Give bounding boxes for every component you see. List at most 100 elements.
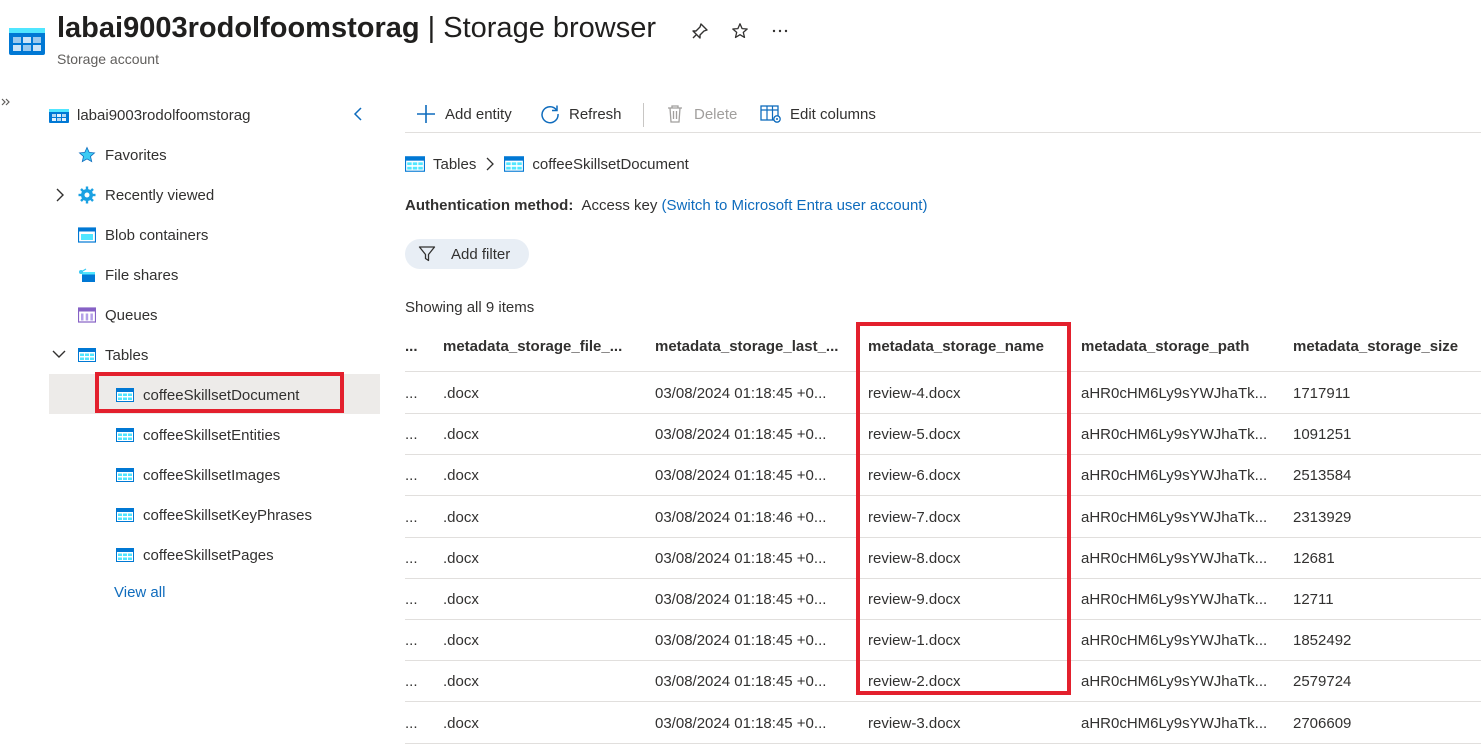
refresh-icon [539,103,561,125]
table-icon [77,346,97,364]
cell-last-modified: 03/08/2024 01:18:45 +0... [655,673,827,691]
column-header-last-modified[interactable]: metadata_storage_last_... [655,325,855,368]
title-separator: | [419,12,444,44]
add-filter-label: Add filter [451,245,511,263]
tree-item-label: File shares [105,266,179,284]
expand-recently-viewed-button[interactable] [53,188,67,202]
tree-item-label: Recently viewed [105,186,215,204]
table-item-label: coffeeSkillsetEntities [143,426,281,444]
cell-storage-size: 2513584 [1293,467,1352,485]
cell-last-modified: 03/08/2024 01:18:45 +0... [655,385,827,402]
command-bar: Add entity Refresh Delete Edit columns [405,96,1481,133]
table-item-label: coffeeSkillsetPages [143,546,274,564]
table-item-coffeeskillsetkeyphrases[interactable]: coffeeSkillsetKeyPhrases [115,495,312,535]
cell-storage-size: 12681 [1293,549,1335,567]
cell-collapsed: ... [405,673,418,691]
expand-menu-button[interactable] [0,96,12,110]
tree-item-blob-containers[interactable]: Blob containers [77,215,208,255]
table-item-coffeeskillsetentities[interactable]: coffeeSkillsetEntities [115,415,280,455]
star-icon [77,146,97,164]
cell-file-extension: .docx [443,632,479,650]
table-item-label: coffeeSkillsetKeyPhrases [143,506,312,524]
ellipsis-icon [772,29,788,33]
highlight-annotation-box [95,372,344,413]
tree-item-label: Favorites [105,146,167,164]
cell-file-extension: .docx [443,385,479,402]
pin-button[interactable] [689,20,711,42]
item-count-status: Showing all 9 items [405,299,535,316]
favorite-button[interactable] [729,20,751,42]
double-chevron-right-icon [1,98,10,106]
table-icon [504,156,525,172]
cell-collapsed: ... [405,385,418,402]
cell-collapsed: ... [405,591,418,608]
cell-file-extension: .docx [443,467,479,485]
cell-file-extension: .docx [443,591,479,608]
cell-storage-size: 2579724 [1293,673,1352,691]
toolbar-divider [643,103,644,127]
chevron-left-icon [353,107,362,121]
chevron-down-icon [52,350,66,358]
cell-collapsed: ... [405,632,418,650]
page-title: labai9003rodolfoomstorag | Storage brows… [57,12,656,45]
view-all-link[interactable]: View all [114,584,165,601]
cell-storage-path: aHR0cHM6Ly9sYWJhaTk... [1081,385,1268,402]
breadcrumb-tables[interactable]: Tables [433,156,476,173]
table-item-coffeeskillsetimages[interactable]: coffeeSkillsetImages [115,455,280,495]
cell-file-extension: .docx [443,549,479,567]
refresh-button[interactable]: Refresh [539,101,622,127]
switch-auth-link[interactable]: (Switch to Microsoft Entra user account) [662,197,928,214]
tree-item-label: Tables [105,346,149,364]
collapse-tables-button[interactable] [52,347,66,361]
collapse-tree-button[interactable] [350,104,366,124]
auth-method-label: Authentication method: [405,197,574,214]
cell-file-extension: .docx [443,714,479,732]
cell-last-modified: 03/08/2024 01:18:45 +0... [655,467,827,485]
tree-item-recently-viewed[interactable]: Recently viewed [77,175,214,215]
table-item-coffeeskillsetpages[interactable]: coffeeSkillsetPages [115,535,274,575]
table-row[interactable]: ... .docx 03/08/2024 01:18:45 +0... review-… [405,703,1481,744]
resource-name: labai9003rodolfoomstorag [57,12,420,44]
column-header-file-extension[interactable]: metadata_storage_file_... [443,325,643,368]
cell-storage-path: aHR0cHM6Ly9sYWJhaTk... [1081,714,1268,732]
star-outline-icon [732,23,748,39]
table-icon [115,546,135,564]
tree-item-file-shares[interactable]: File shares [77,255,178,295]
blob-container-icon [77,226,97,244]
cell-last-modified: 03/08/2024 01:18:46 +0... [655,508,827,526]
delete-button[interactable]: Delete [664,101,737,127]
tree-item-tables[interactable]: Tables [77,335,148,375]
page-name: Storage browser [443,12,657,44]
cell-collapsed: ... [405,426,418,444]
tree-item-queues[interactable]: Queues [77,295,158,335]
plus-icon [415,103,437,125]
cell-last-modified: 03/08/2024 01:18:45 +0... [655,632,827,650]
file-share-icon [77,266,97,284]
cell-storage-size: 1091251 [1293,426,1352,444]
table-item-label: coffeeSkillsetImages [143,466,281,484]
column-header-collapsed[interactable]: ... [405,325,435,368]
chevron-right-icon [56,188,64,202]
column-header-storage-path[interactable]: metadata_storage_path [1081,325,1281,368]
table-icon [115,506,135,524]
cell-last-modified: 03/08/2024 01:18:45 +0... [655,426,827,444]
cell-last-modified: 03/08/2024 01:18:45 +0... [655,591,827,608]
edit-columns-button[interactable]: Edit columns [760,101,876,127]
refresh-label: Refresh [569,105,622,123]
cell-collapsed: ... [405,467,418,485]
cell-storage-path: aHR0cHM6Ly9sYWJhaTk... [1081,508,1268,526]
tree-item-label: Blob containers [105,226,209,244]
auth-method: Authentication method: Access key (Switc… [405,197,927,214]
tree-item-favorites[interactable]: Favorites [77,135,167,175]
storage-account-icon [8,24,46,56]
cell-storage-size: 2313929 [1293,508,1352,526]
cell-collapsed: ... [405,714,418,732]
add-filter-button[interactable]: Add filter [405,239,529,269]
column-header-storage-size[interactable]: metadata_storage_size [1293,325,1479,368]
cell-storage-path: aHR0cHM6Ly9sYWJhaTk... [1081,673,1268,691]
tree-root-storage-account[interactable]: labai9003rodolfoomstorag [49,95,250,135]
more-options-button[interactable] [769,20,791,42]
edit-columns-label: Edit columns [790,105,876,123]
edit-columns-icon [760,103,782,125]
add-entity-button[interactable]: Add entity [415,101,512,127]
